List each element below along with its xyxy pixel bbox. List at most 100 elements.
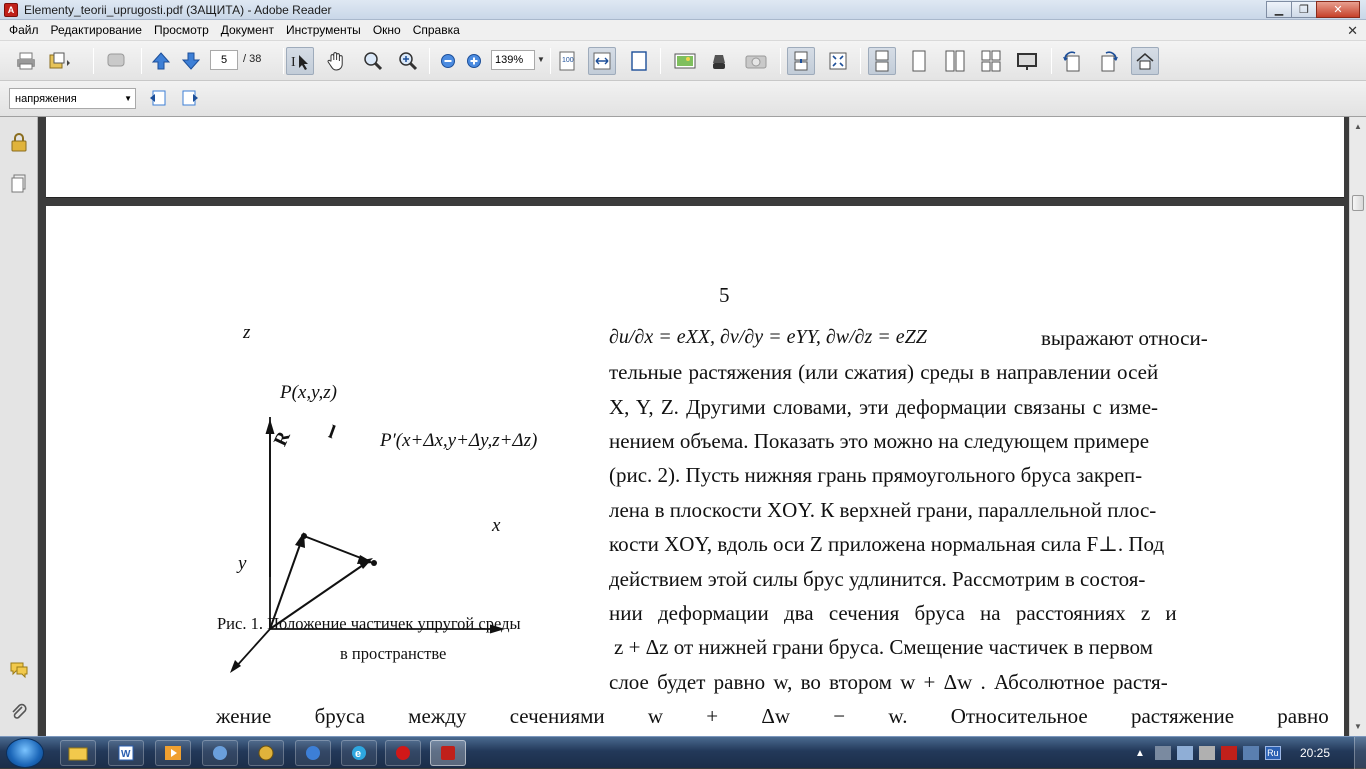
comment-icon[interactable] (103, 47, 131, 75)
show-desktop-button[interactable] (1354, 737, 1366, 769)
scrolling-mode-icon[interactable] (868, 47, 896, 75)
lock-icon[interactable] (8, 131, 30, 153)
adobe-reader-task-icon[interactable] (430, 740, 466, 766)
window-controls: ▁ ❐ ✕ (1266, 1, 1360, 18)
zoom-out-icon[interactable] (434, 47, 462, 75)
next-page-icon[interactable] (177, 47, 205, 75)
find-input[interactable]: напряжения ▼ (9, 88, 136, 109)
text-line-12: жение бруса между сечениями w + Δw − w. … (216, 704, 1329, 728)
document-view[interactable]: 5 z x y P(x,y,z) P′(x+Δx,y+Δy,z+Δz) R l … (38, 117, 1349, 736)
home-icon[interactable] (1131, 47, 1159, 75)
system-tray: ▲ Ru (1135, 737, 1281, 769)
clock[interactable]: 20:25 (1290, 737, 1340, 769)
read-aloud-icon[interactable] (705, 47, 733, 75)
presentation-icon[interactable] (1013, 47, 1041, 75)
word-task-icon[interactable]: W (108, 740, 144, 766)
camera-icon[interactable] (742, 47, 770, 75)
fit-width-icon[interactable] (588, 47, 616, 75)
document-close-icon[interactable]: ✕ (1347, 23, 1358, 39)
media-player-task-icon[interactable] (155, 740, 191, 766)
text-line-9: нии деформации два сечения бруса на расс… (609, 601, 1177, 625)
snapshot-icon[interactable] (671, 47, 699, 75)
find-dropdown-icon[interactable]: ▼ (124, 94, 132, 103)
marquee-zoom-icon[interactable] (359, 47, 387, 75)
previous-page-bottom (46, 117, 1344, 198)
text-line-10: z + Δz от нижней грани бруса. Смещение ч… (614, 635, 1153, 659)
menu-help[interactable]: Справка (408, 23, 467, 37)
window-title: Elementy_teorii_uprugosti.pdf (ЗАЩИТА) -… (24, 2, 332, 17)
rotate-clockwise-icon[interactable] (1095, 47, 1123, 75)
figure-caption-line-1: Рис. 1. Положение частичек упругой среды (217, 614, 521, 633)
explorer-task-icon[interactable] (60, 740, 96, 766)
menu-window[interactable]: Окно (368, 23, 408, 37)
find-toolbar (0, 81, 1366, 117)
page-number-input[interactable]: 5 (210, 50, 238, 70)
scroll-down-icon[interactable]: ▼ (1351, 719, 1365, 733)
single-page-icon[interactable] (905, 47, 933, 75)
zoom-dropdown-icon[interactable]: ▼ (537, 55, 545, 64)
menu-document[interactable]: Документ (216, 23, 281, 37)
vertical-scrollbar[interactable]: ▲ ▼ (1349, 117, 1366, 736)
single-page-continuous-icon[interactable] (787, 47, 815, 75)
text-line-11: слое будет равно w, во втором w + Δw . А… (609, 670, 1168, 694)
find-next-icon[interactable] (176, 84, 204, 112)
app-task-icon[interactable] (248, 740, 284, 766)
volume-tray-icon[interactable] (1176, 746, 1193, 760)
select-text-tool-icon[interactable]: I (286, 47, 314, 75)
taskbar: W e ▲ Ru 20:25 (0, 736, 1366, 769)
language-indicator[interactable]: Ru (1264, 746, 1281, 760)
text-line-8: действием этой силы брус удлинится. Расс… (609, 567, 1146, 591)
comments-panel-icon[interactable] (8, 659, 30, 681)
pages-panel-icon[interactable] (8, 173, 30, 195)
point-p-prime-label: P′(x+Δx,y+Δy,z+Δz) (380, 430, 538, 451)
hand-tool-icon[interactable] (322, 47, 350, 75)
menu-edit[interactable]: Редактирование (46, 23, 149, 37)
text-line-3: X, Y, Z. Другими словами, эти деформации… (609, 395, 1159, 419)
axis-z-label: z (243, 322, 251, 343)
find-input-value: напряжения (15, 92, 77, 105)
scroll-up-icon[interactable]: ▲ (1351, 119, 1365, 133)
scroll-thumb[interactable] (1352, 195, 1364, 211)
start-button[interactable] (6, 738, 44, 768)
axis-y-label: y (238, 553, 247, 574)
minimize-button[interactable]: ▁ (1266, 1, 1292, 18)
tray-expand-icon[interactable]: ▲ (1135, 748, 1145, 759)
actual-size-icon[interactable]: 100 (553, 47, 581, 75)
network-task-icon[interactable] (202, 740, 238, 766)
navigation-panel (0, 117, 38, 736)
restore-button[interactable]: ❐ (1291, 1, 1317, 18)
text-line-1: выражают относи- (1041, 326, 1208, 350)
network-tray-icon[interactable] (1154, 746, 1171, 760)
svg-text:e: e (355, 748, 361, 760)
two-page-scrolling-icon[interactable] (977, 47, 1005, 75)
page-number: 5 (719, 283, 730, 307)
two-page-icon[interactable] (941, 47, 969, 75)
strain-formulas: ∂u/∂x = eXX, ∂v/∂y = eYY, ∂w/∂z = eZZ (609, 326, 927, 348)
text-line-7: кости XOY, вдоль оси Z приложена нормаль… (609, 532, 1165, 556)
zoom-in-icon[interactable] (460, 47, 488, 75)
device-tray-icon[interactable] (1198, 746, 1215, 760)
internet-explorer-task-icon[interactable]: e (341, 740, 377, 766)
total-pages-label: / 38 (243, 53, 262, 65)
menu-tools[interactable]: Инструменты (281, 23, 368, 37)
axis-x-label: x (492, 515, 501, 536)
menu-view[interactable]: Просмотр (149, 23, 216, 37)
dynamic-zoom-icon[interactable] (394, 47, 422, 75)
menu-file[interactable]: Файл (4, 23, 46, 37)
adobe-tray-icon[interactable] (1220, 746, 1237, 760)
flag-tray-icon[interactable] (1242, 746, 1259, 760)
fit-page-icon[interactable] (625, 47, 653, 75)
opera-task-icon[interactable] (385, 740, 421, 766)
find-previous-icon[interactable] (144, 84, 172, 112)
rotate-counterclockwise-icon[interactable] (1058, 47, 1086, 75)
text-line-5: (рис. 2). Пусть нижняя грань прямоугольн… (609, 463, 1143, 487)
close-button[interactable]: ✕ (1316, 1, 1360, 18)
full-screen-icon[interactable] (824, 47, 852, 75)
previous-page-icon[interactable] (147, 47, 175, 75)
share-icon[interactable] (46, 47, 74, 75)
attachments-icon[interactable] (8, 701, 30, 723)
browser-task-icon[interactable] (295, 740, 331, 766)
print-icon[interactable] (12, 47, 40, 75)
zoom-level-input[interactable]: 139% (491, 50, 535, 70)
point-p-label: P(x,y,z) (280, 382, 337, 403)
